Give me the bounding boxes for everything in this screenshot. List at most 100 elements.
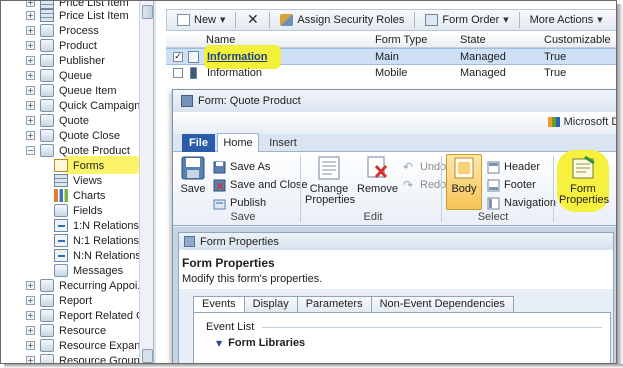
column-header-form-type[interactable]: Form Type — [375, 34, 427, 46]
nav-item-fields[interactable]: Fields — [54, 203, 102, 218]
publish-button[interactable]: Publish — [213, 194, 266, 212]
change-properties-button[interactable]: Change Properties — [305, 155, 355, 206]
form-order-icon — [425, 14, 439, 26]
tab-insert[interactable]: Insert — [263, 134, 303, 152]
expand-icon[interactable]: + — [26, 101, 35, 110]
remove-icon — [364, 155, 390, 181]
nav-item-nn-relationships[interactable]: N:N Relations... — [54, 248, 150, 263]
collapse-triangle-icon[interactable]: ▼ — [216, 339, 222, 348]
tab-events[interactable]: Events — [193, 296, 245, 313]
nav-item-recurring-appointment[interactable]: + Recurring Appoi... — [26, 278, 146, 293]
expand-icon[interactable]: + — [26, 11, 35, 20]
expand-icon[interactable]: + — [26, 56, 35, 65]
nav-item-views[interactable]: Views — [54, 173, 102, 188]
table-row[interactable]: ✓ Information Main Managed True — [166, 45, 616, 69]
row-checkbox[interactable]: ✓ — [173, 52, 183, 62]
expand-icon[interactable]: + — [26, 341, 35, 350]
navigation-button[interactable]: Navigation — [487, 194, 556, 212]
navigation-icon — [487, 197, 500, 210]
undo-icon: ↶ — [403, 159, 414, 174]
tab-home[interactable]: Home — [217, 133, 259, 153]
nav-item-resource-expansion[interactable]: + Resource Expans... — [26, 338, 153, 353]
form-properties-button[interactable]: Form Properties — [559, 155, 609, 206]
tab-parameters[interactable]: Parameters — [296, 296, 372, 312]
nav-item-quote-close[interactable]: + Quote Close — [26, 128, 120, 143]
nav-item-1n-relationships[interactable]: 1:N Relations... — [54, 218, 148, 233]
save-as-button[interactable]: Save As — [213, 158, 270, 176]
expand-icon[interactable]: + — [26, 26, 35, 35]
scrollbar-thumb[interactable] — [142, 5, 153, 19]
nav-item-queue[interactable]: + Queue — [26, 68, 92, 83]
nav-item-report[interactable]: + Report — [26, 293, 92, 308]
row-checkbox[interactable] — [173, 68, 183, 78]
expand-icon[interactable]: + — [26, 356, 35, 363]
nav-item-process[interactable]: + Process — [26, 23, 99, 38]
nav-item-resource-group[interactable]: + Resource Group — [26, 353, 140, 363]
undo-button[interactable]: ↶ Undo — [403, 158, 446, 176]
expand-icon[interactable]: + — [26, 296, 35, 305]
save-button[interactable]: Save — [179, 155, 207, 195]
tab-display[interactable]: Display — [243, 296, 298, 312]
nav-item-report-related[interactable]: + Report Related C... — [26, 308, 153, 323]
delete-button[interactable]: ✕ — [242, 11, 263, 29]
tab-non-event-dependencies[interactable]: Non-Event Dependencies — [370, 296, 514, 312]
form-properties-backdrop: Form Properties Form Properties Modify t… — [173, 227, 616, 363]
nav-item-quote[interactable]: + Quote — [26, 113, 89, 128]
nav-item-resource[interactable]: + Resource — [26, 323, 106, 338]
navigation-scrollbar[interactable] — [139, 1, 153, 363]
toolbar-divider — [414, 12, 416, 28]
expand-icon[interactable]: + — [26, 131, 35, 140]
expand-icon[interactable]: + — [26, 116, 35, 125]
report-icon — [40, 294, 54, 307]
column-header-customizable[interactable]: Customizable — [544, 34, 611, 46]
chevron-down-icon: ▼ — [503, 16, 509, 24]
nav-item-n1-relationships[interactable]: N:1 Relations... — [54, 233, 148, 248]
table-row[interactable]: Information Mobile Managed True — [166, 65, 616, 82]
state-cell: Managed — [460, 67, 506, 79]
new-button[interactable]: New ▼ — [173, 11, 229, 29]
form-window-icon — [181, 95, 193, 107]
scrollbar-down-button[interactable] — [142, 349, 153, 363]
save-and-close-button[interactable]: Save and Close — [213, 176, 308, 194]
assign-security-roles-button[interactable]: Assign Security Roles — [276, 11, 408, 29]
column-header-state[interactable]: State — [460, 34, 486, 46]
header-icon — [487, 161, 500, 174]
more-actions-button[interactable]: More Actions ▼ — [526, 11, 607, 29]
header-button[interactable]: Header — [487, 158, 540, 176]
expand-icon[interactable]: + — [26, 311, 35, 320]
publish-icon — [213, 197, 226, 210]
footer-button[interactable]: Footer — [487, 176, 536, 194]
ribbon-divider — [300, 156, 301, 222]
nav-item-product[interactable]: + Product — [26, 38, 97, 53]
form-name-link[interactable]: Information — [207, 67, 262, 79]
form-libraries-section[interactable]: ▼ Form Libraries — [216, 337, 305, 349]
nav-item-price-list-item[interactable]: + Price List Item — [26, 8, 129, 23]
expand-icon[interactable]: + — [26, 326, 35, 335]
expand-icon[interactable]: + — [26, 41, 35, 50]
expand-icon[interactable]: + — [26, 86, 35, 95]
security-roles-icon — [280, 14, 294, 26]
nav-item-publisher[interactable]: + Publisher — [26, 53, 105, 68]
body-button-content[interactable]: Body — [446, 155, 482, 195]
ribbon-tabs: File Home Insert — [173, 133, 616, 153]
nav-item-queue-item[interactable]: + Queue Item — [26, 83, 116, 98]
nav-item-forms[interactable]: Forms — [54, 158, 104, 173]
nav-item-quote-product[interactable]: − Quote Product — [26, 143, 130, 158]
expand-icon[interactable]: + — [26, 1, 35, 7]
redo-button[interactable]: ↷ Redo — [403, 176, 446, 194]
nav-item-messages[interactable]: Messages — [54, 263, 123, 278]
form-order-button[interactable]: Form Order ▼ — [421, 11, 512, 29]
queue-icon — [40, 69, 54, 82]
expand-icon[interactable]: + — [26, 71, 35, 80]
nav-item-quick-campaign[interactable]: + Quick Campaign — [26, 98, 140, 113]
group-label-edit: Edit — [363, 211, 383, 223]
tab-file[interactable]: File — [182, 134, 215, 152]
collapse-icon[interactable]: − — [26, 146, 35, 155]
quote-product-icon — [40, 144, 54, 157]
nav-item-charts[interactable]: Charts — [54, 188, 105, 203]
form-name-link[interactable]: Information — [207, 51, 268, 63]
toolbar-divider — [518, 12, 520, 28]
fields-icon — [54, 204, 68, 217]
remove-button[interactable]: Remove — [357, 155, 398, 195]
expand-icon[interactable]: + — [26, 281, 35, 290]
